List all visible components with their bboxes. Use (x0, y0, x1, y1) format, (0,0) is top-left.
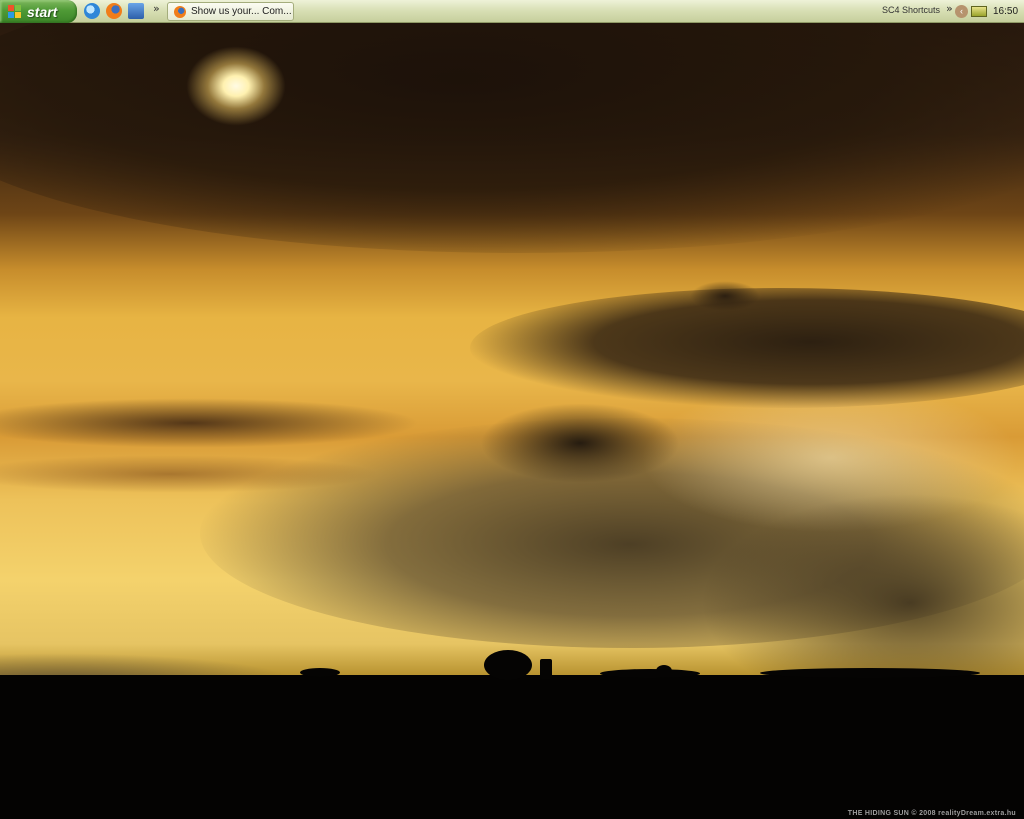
bush-silhouette (600, 669, 700, 678)
system-tray: ‹ 16:50 (952, 0, 1024, 23)
firefox-icon[interactable] (106, 3, 122, 19)
bush-silhouette (760, 668, 980, 678)
cloud-streak (0, 398, 420, 448)
taskbar: start » Show us your... Com... SC4 Short… (0, 0, 1024, 23)
network-icon[interactable] (971, 6, 987, 17)
sc4-shortcuts-toolbar[interactable]: SC4 Shortcuts (882, 5, 940, 15)
task-label: Show us your... Com... (191, 6, 292, 17)
tray-expand-icon[interactable]: ‹ (955, 5, 968, 18)
dark-cloud (690, 281, 760, 311)
desktop-wallpaper: THE HIDING SUN © 2008 realityDream.extra… (0, 23, 1024, 819)
sun (186, 46, 286, 126)
quick-launch-bar (84, 3, 150, 20)
quick-launch-chevron[interactable]: » (153, 2, 160, 15)
tree-trunk (505, 668, 511, 680)
show-desktop-icon[interactable] (128, 3, 144, 19)
dark-cloud-band (0, 23, 1024, 253)
start-button[interactable]: start (0, 0, 77, 23)
start-label: start (27, 3, 58, 20)
task-button-firefox[interactable]: Show us your... Com... (167, 2, 294, 21)
structure-silhouette (540, 659, 552, 679)
wallpaper-watermark: THE HIDING SUN © 2008 realityDream.extra… (847, 810, 1016, 817)
internet-explorer-icon[interactable] (84, 3, 100, 19)
firefox-icon (174, 5, 186, 18)
bush-silhouette (300, 668, 340, 677)
ground-silhouette (0, 675, 1024, 819)
dark-cloud (480, 403, 680, 483)
windows-logo-icon (8, 4, 22, 19)
clock[interactable]: 16:50 (993, 6, 1018, 17)
